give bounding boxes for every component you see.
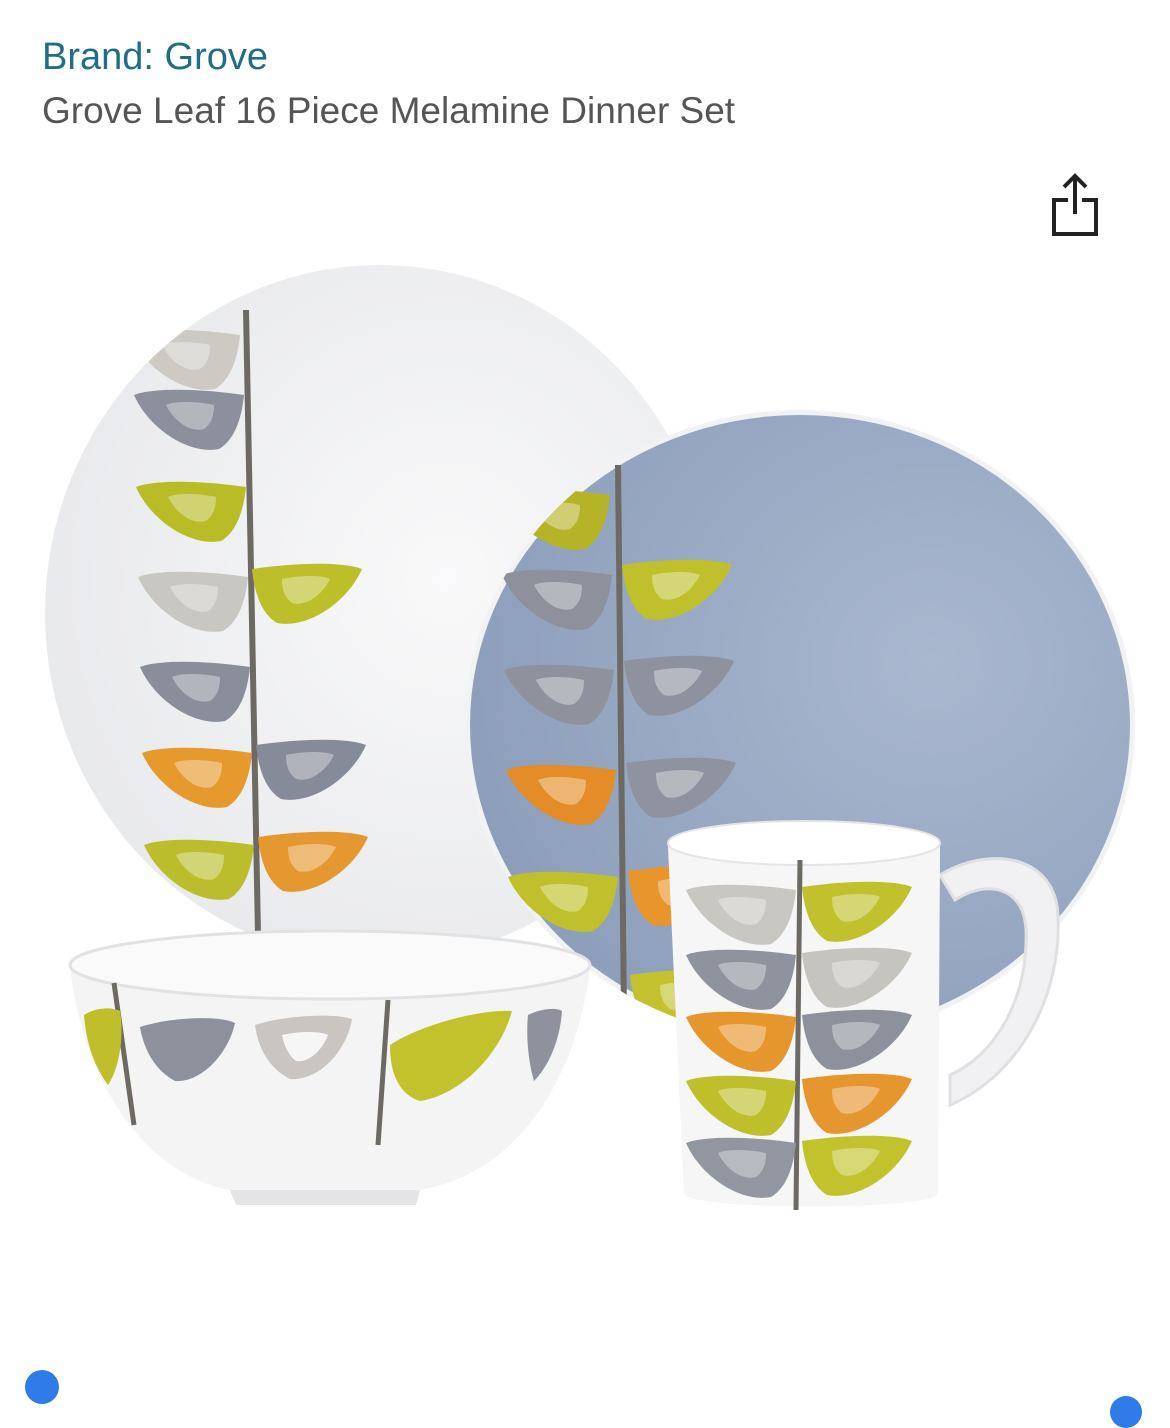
product-image[interactable] xyxy=(0,255,1170,1255)
carousel-indicator[interactable] xyxy=(1110,1396,1142,1428)
carousel-indicator[interactable] xyxy=(25,1370,59,1404)
product-title: Grove Leaf 16 Piece Melamine Dinner Set xyxy=(42,90,736,131)
share-button[interactable] xyxy=(1046,170,1104,240)
bowl xyxy=(68,929,592,1205)
share-icon xyxy=(1052,173,1098,236)
brand-link[interactable]: Brand: Grove xyxy=(42,36,268,79)
mug xyxy=(667,820,1060,1211)
